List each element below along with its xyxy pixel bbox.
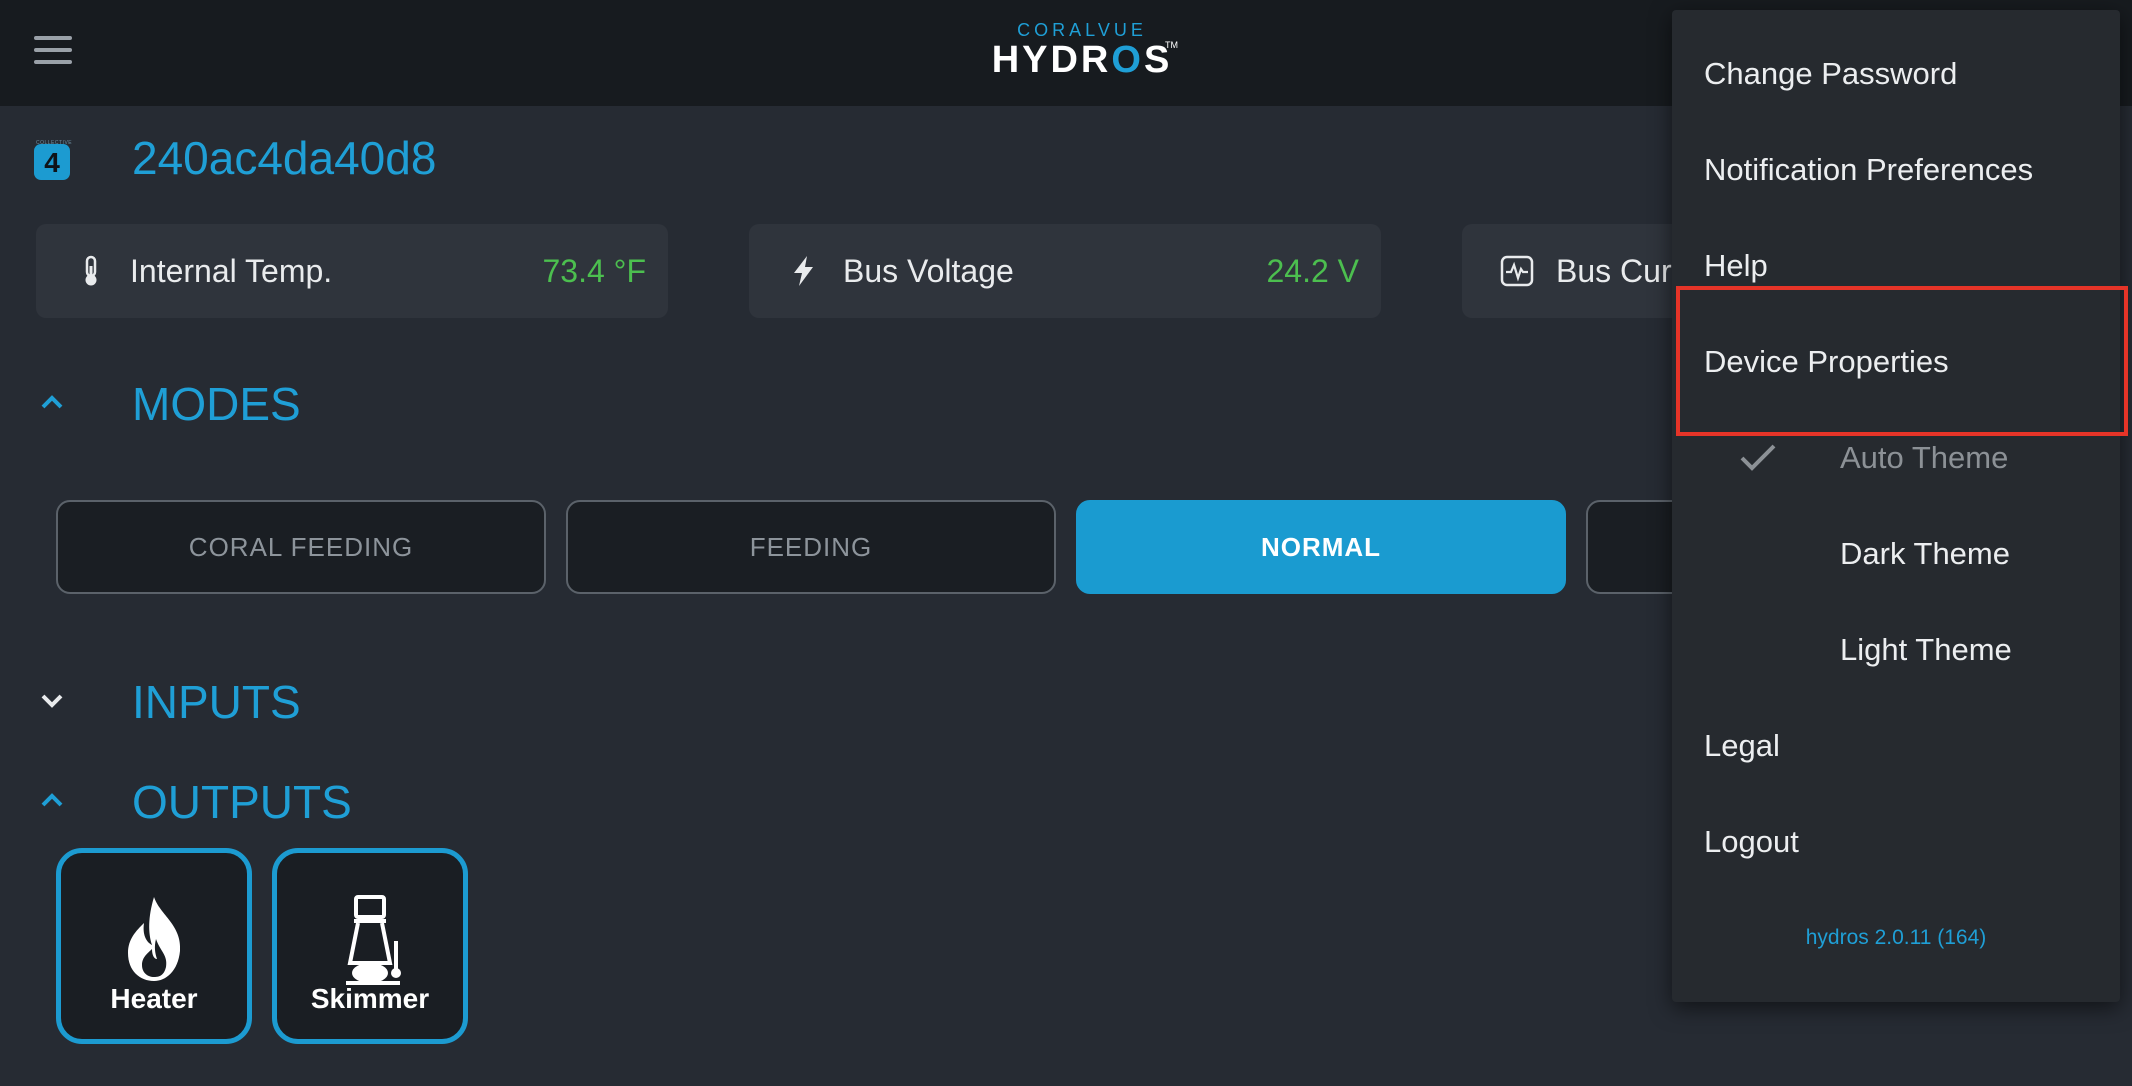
stat-card-internal-temp: Internal Temp. 73.4 °F — [36, 224, 668, 318]
stat-value: 24.2 V — [1266, 253, 1359, 289]
menu-item-help[interactable]: Help — [1672, 220, 2120, 312]
menu-item-label: Logout — [1704, 824, 1799, 859]
menu-item-auto-theme[interactable]: Auto Theme — [1672, 412, 2120, 504]
logo-product-text: HYDROS — [991, 39, 1173, 81]
menu-item-label: Light Theme — [1840, 632, 2012, 667]
stat-label: Bus Voltage — [843, 253, 1014, 289]
section-title-outputs[interactable]: OUTPUTS — [132, 774, 352, 830]
menu-item-label: Legal — [1704, 728, 1780, 763]
menu-item-label: Notification Preferences — [1704, 152, 2034, 187]
chevron-up-icon[interactable] — [34, 384, 70, 420]
menu-item-label: Dark Theme — [1840, 536, 2010, 571]
output-card-skimmer[interactable]: Skimmer — [272, 848, 468, 1044]
device-title[interactable]: 240ac4da40d8 — [132, 128, 436, 188]
account-dropdown-menu: Change Password Notification Preferences… — [1672, 10, 2120, 1002]
mode-button-feeding[interactable]: FEEDING — [566, 500, 1056, 594]
device-type-badge: 4 — [34, 144, 70, 180]
menu-item-dark-theme[interactable]: Dark Theme — [1672, 508, 2120, 600]
mode-button-normal[interactable]: NORMAL — [1076, 500, 1566, 594]
hamburger-menu-icon[interactable] — [34, 36, 72, 64]
output-label: Skimmer — [310, 983, 430, 1014]
app-version-text: hydros 2.0.11 (164) — [1805, 926, 1987, 949]
checkmark-icon — [1740, 444, 1776, 471]
mode-button-coral-feeding[interactable]: CORAL FEEDING — [56, 500, 546, 594]
output-label: Heater — [110, 983, 198, 1014]
stat-label: Internal Temp. — [130, 253, 333, 289]
section-title-modes[interactable]: MODES — [132, 376, 301, 432]
stat-card-bus-voltage: Bus Voltage 24.2 V — [749, 224, 1381, 318]
stat-label: Bus Cur — [1556, 253, 1672, 289]
menu-item-light-theme[interactable]: Light Theme — [1672, 604, 2120, 696]
section-title-inputs[interactable]: INPUTS — [132, 674, 301, 730]
menu-item-label: Help — [1704, 248, 1768, 283]
chevron-down-icon[interactable] — [34, 682, 70, 718]
output-card-heater[interactable]: Heater — [56, 848, 252, 1044]
pulse-monitor-icon — [1500, 255, 1534, 287]
menu-item-label: Change Password — [1704, 56, 1958, 91]
skimmer-icon — [346, 895, 401, 985]
menu-item-notification-preferences[interactable]: Notification Preferences — [1672, 124, 2120, 216]
trademark-mark: TM — [1165, 40, 1178, 50]
lightning-icon — [794, 256, 813, 286]
menu-item-label: Auto Theme — [1840, 440, 2009, 475]
logo-brand-text: CORALVUE — [1017, 20, 1147, 40]
chevron-up-icon[interactable] — [34, 782, 70, 818]
thermometer-icon — [85, 255, 97, 286]
menu-item-legal[interactable]: Legal — [1672, 700, 2120, 792]
flame-icon — [128, 897, 181, 981]
stat-value: 73.4 °F — [542, 253, 646, 289]
menu-item-device-properties[interactable]: Device Properties — [1672, 316, 2120, 408]
menu-item-label: Device Properties — [1704, 344, 1949, 379]
menu-item-logout[interactable]: Logout — [1672, 796, 2120, 888]
menu-item-change-password[interactable]: Change Password — [1672, 28, 2120, 120]
hydros-logo: CORALVUE HYDROS TM — [984, 20, 1180, 82]
